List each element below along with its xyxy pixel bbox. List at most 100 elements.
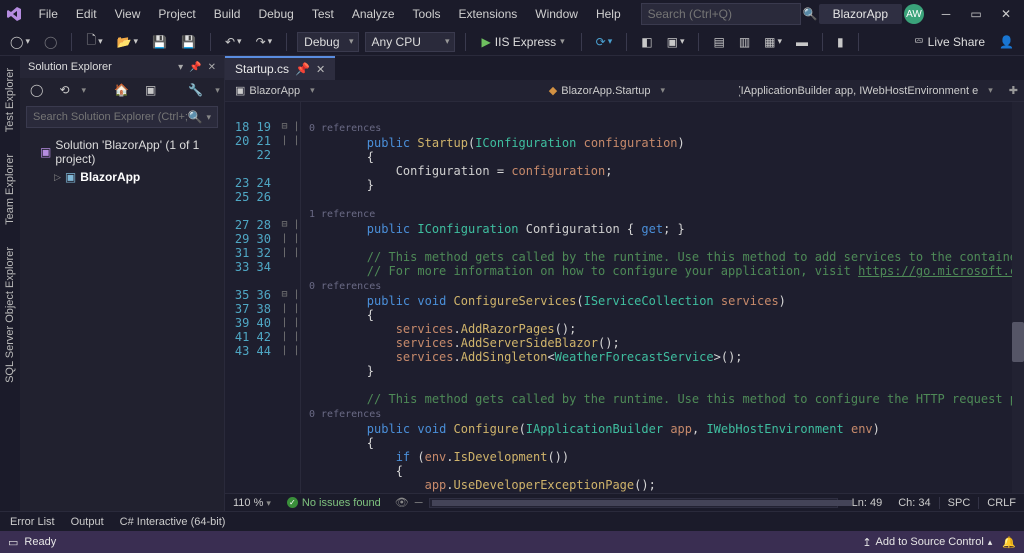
account-avatar[interactable]: AW — [904, 4, 924, 24]
solution-explorer-title-label: Solution Explorer — [28, 61, 112, 73]
search-icon: 🔍 — [803, 7, 818, 21]
codelens[interactable]: 1 reference — [309, 209, 375, 220]
se-showall-icon[interactable]: ▣ — [141, 81, 160, 99]
error-indicator[interactable]: ✓ No issues found — [279, 497, 389, 509]
quick-launch[interactable]: 🔍 — [641, 3, 801, 25]
column-indicator[interactable]: Ch: 34 — [890, 497, 938, 509]
preview-icon[interactable]: 👁 — [389, 496, 415, 509]
redo-button[interactable]: ↷▾ — [252, 33, 277, 51]
run-target-label: IIS Express — [495, 35, 556, 49]
scroll-thumb[interactable] — [432, 500, 852, 506]
feedback-icon[interactable]: 👤 — [995, 33, 1018, 51]
search-icon: 🔍 — [188, 110, 203, 124]
se-home-icon[interactable]: ◯ — [26, 81, 47, 99]
project-node[interactable]: ▷ ▣ BlazorApp — [24, 168, 220, 186]
tb-icon-5[interactable]: ▦▾ — [760, 33, 786, 51]
tab-error-list[interactable]: Error List — [10, 516, 55, 528]
se-home2-icon[interactable]: 🏠 — [110, 81, 133, 99]
tb-icon-1[interactable]: ◧ — [637, 33, 656, 51]
solution-label: Solution 'BlazorApp' (1 of 1 project) — [55, 138, 216, 166]
vertical-scrollbar[interactable] — [1012, 102, 1024, 493]
quick-launch-input[interactable] — [648, 7, 803, 21]
issues-label: No issues found — [302, 497, 381, 509]
solution-platform-combo[interactable]: Any CPU — [365, 32, 455, 52]
gutter-test-explorer[interactable]: Test Explorer — [2, 62, 18, 138]
menu-extensions[interactable]: Extensions — [451, 3, 526, 25]
gutter-team-explorer[interactable]: Team Explorer — [2, 148, 18, 231]
window-close-button[interactable]: ✕ — [998, 7, 1014, 21]
nav-member-label: Configure(IApplicationBuilder app, IWebH… — [739, 85, 978, 97]
document-tab-startup[interactable]: Startup.cs 📌 ✕ — [225, 56, 335, 80]
editor-footer: 110 % ✓ No issues found 👁 ─ Ln: 49 Ch: 3… — [225, 493, 1024, 511]
tb-icon-7[interactable]: ▮ — [833, 33, 848, 51]
document-tab-label: Startup.cs — [235, 62, 289, 76]
start-debugging-button[interactable]: ▶ IIS Express ▾ — [476, 33, 571, 51]
zoom-combo[interactable]: 110 % — [225, 497, 279, 509]
panel-close-icon[interactable]: ✕ — [208, 62, 216, 73]
line-ending-indicator[interactable]: CRLF — [978, 497, 1024, 509]
se-sync-icon[interactable]: ⟲ — [55, 81, 73, 99]
tab-output[interactable]: Output — [71, 516, 104, 528]
menu-analyze[interactable]: Analyze — [344, 3, 403, 25]
tb-icon-4[interactable]: ▥ — [735, 33, 754, 51]
menu-window[interactable]: Window — [527, 3, 586, 25]
horizontal-scrollbar[interactable] — [429, 498, 838, 508]
tb-icon-6[interactable]: ▬ — [792, 33, 812, 51]
menu-build[interactable]: Build — [206, 3, 249, 25]
menu-project[interactable]: Project — [150, 3, 203, 25]
play-icon: ▶ — [482, 35, 491, 49]
chevron-right-icon[interactable]: ▷ — [54, 172, 61, 183]
new-project-button[interactable]: 🗋▾ — [82, 29, 106, 54]
status-ready-icon: ▭ — [8, 536, 18, 549]
window-restore-button[interactable]: ▭ — [968, 7, 984, 21]
scroll-thumb[interactable] — [1012, 322, 1024, 362]
notifications-bell-icon[interactable]: 🔔 — [1002, 536, 1016, 549]
open-file-button[interactable]: 📂▾ — [113, 33, 142, 51]
editor-area: Startup.cs 📌 ✕ ▣ BlazorApp ◆ BlazorApp.S… — [225, 56, 1024, 511]
solution-explorer-search-input[interactable] — [33, 111, 188, 123]
solution-node[interactable]: ▣ Solution 'BlazorApp' (1 of 1 project) — [24, 136, 220, 168]
bottom-tool-tabs: Error List Output C# Interactive (64-bit… — [0, 511, 1024, 531]
codelens[interactable]: 0 references — [309, 409, 381, 420]
standard-toolbar: ◯ ▾ ◯ 🗋▾ 📂▾ 💾 💾 ↶▾ ↷▾ Debug Any CPU ▶ II… — [0, 28, 1024, 56]
menu-file[interactable]: File — [31, 3, 66, 25]
undo-button[interactable]: ↶▾ — [221, 33, 246, 51]
tab-csharp-interactive[interactable]: C# Interactive (64-bit) — [120, 516, 226, 528]
tb-icon-3[interactable]: ▤ — [709, 33, 728, 51]
menu-edit[interactable]: Edit — [68, 3, 105, 25]
gutter-sql-explorer[interactable]: SQL Server Object Explorer — [2, 241, 18, 389]
menu-test[interactable]: Test — [304, 3, 342, 25]
menu-tools[interactable]: Tools — [405, 3, 449, 25]
status-bar: ▭ Ready ↥ Add to Source Control ▴ 🔔 — [0, 531, 1024, 553]
split-editor-icon[interactable]: ✚ — [1003, 84, 1024, 97]
panel-pin-icon[interactable]: 📌 — [189, 62, 201, 73]
solution-explorer-search[interactable]: 🔍 ▾ — [26, 106, 218, 128]
browser-link-refresh-icon[interactable]: ⟳▾ — [592, 33, 617, 51]
codelens[interactable]: 0 references — [309, 281, 381, 292]
save-button[interactable]: 💾 — [148, 33, 171, 51]
tb-icon-2[interactable]: ▣▾ — [663, 33, 689, 51]
panel-dropdown-icon[interactable]: ▾ — [178, 62, 183, 73]
se-properties-icon[interactable]: 🔧 — [184, 81, 207, 99]
source-control-button[interactable]: ↥ Add to Source Control ▴ — [862, 536, 992, 549]
live-share-button[interactable]: ⮹ Live Share — [914, 34, 985, 49]
window-minimize-button[interactable]: ─ — [938, 7, 954, 21]
code-editor[interactable]: 0 references public Startup(IConfigurati… — [301, 102, 1012, 493]
indent-indicator[interactable]: SPC — [939, 497, 979, 509]
document-tab-close-icon[interactable]: ✕ — [316, 63, 325, 76]
codelens[interactable]: 0 references — [309, 123, 381, 134]
nav-forward-button[interactable]: ◯ — [40, 33, 61, 51]
solution-explorer-title: Solution Explorer ▾ 📌 ✕ — [20, 56, 224, 78]
save-all-button[interactable]: 💾 — [177, 33, 200, 51]
nav-back-button[interactable]: ◯ ▾ — [6, 33, 34, 51]
check-icon: ✓ — [287, 497, 298, 508]
vs-logo-icon — [6, 5, 23, 23]
document-tab-pin-icon[interactable]: 📌 — [295, 62, 310, 76]
menu-view[interactable]: View — [107, 3, 149, 25]
nav-type-combo[interactable]: ◆ BlazorApp.Startup — [475, 80, 739, 101]
menu-debug[interactable]: Debug — [250, 3, 301, 25]
solution-config-combo[interactable]: Debug — [297, 32, 358, 52]
nav-project-combo[interactable]: ▣ BlazorApp — [225, 80, 475, 101]
nav-member-combo[interactable]: ◇ Configure(IApplicationBuilder app, IWe… — [739, 80, 1003, 101]
menu-help[interactable]: Help — [588, 3, 629, 25]
